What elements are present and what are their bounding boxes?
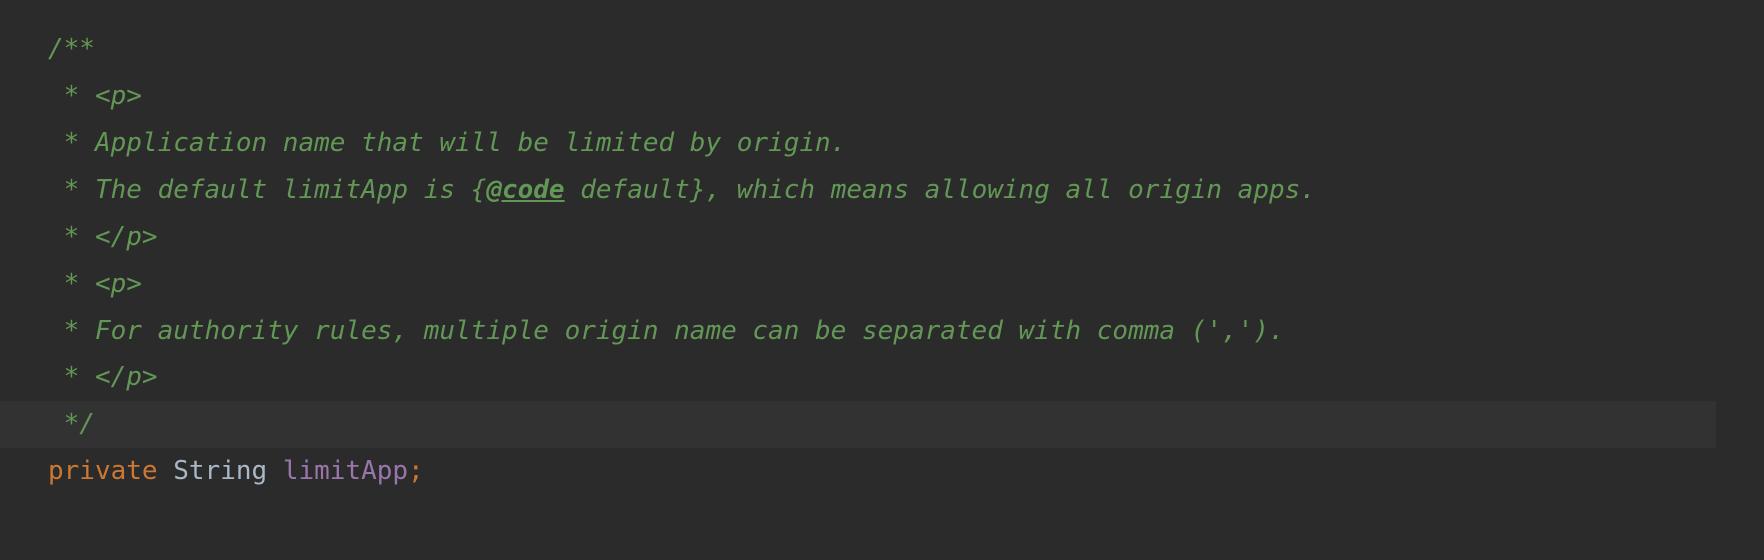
javadoc-prefix: * — [48, 269, 95, 299]
javadoc-prefix: * — [48, 316, 95, 346]
javadoc-end: */ — [48, 409, 95, 439]
code-line: * The default limitApp is {@code default… — [48, 167, 1764, 214]
code-line: * </p> — [48, 354, 1764, 401]
code-line: /** — [48, 26, 1764, 73]
javadoc-prefix: * — [48, 175, 95, 205]
code-line: * <p> — [48, 261, 1764, 308]
javadoc-text: The default limitApp is { — [95, 175, 486, 205]
identifier-limitapp: limitApp — [283, 456, 408, 486]
semicolon: ; — [408, 456, 424, 486]
code-line: * <p> — [48, 73, 1764, 120]
javadoc-html-tag: <p> — [95, 269, 142, 299]
code-line: * Application name that will be limited … — [48, 120, 1764, 167]
javadoc-prefix: * — [48, 81, 95, 111]
code-line: * </p> — [48, 214, 1764, 261]
javadoc-prefix: * — [48, 222, 95, 252]
code-line-current: */ — [0, 401, 1716, 448]
code-line: private String limitApp; — [48, 448, 1764, 495]
javadoc-start: /** — [48, 34, 95, 64]
keyword-private: private — [48, 456, 158, 486]
javadoc-html-tag: </p> — [95, 362, 158, 392]
javadoc-html-tag: <p> — [95, 81, 142, 111]
javadoc-text: default}, which means allowing all origi… — [565, 175, 1316, 205]
javadoc-text: For authority rules, multiple origin nam… — [95, 316, 1285, 346]
javadoc-prefix: * — [48, 362, 95, 392]
javadoc-prefix: * — [48, 128, 95, 158]
code-editor[interactable]: /** * <p> * Application name that will b… — [0, 0, 1764, 495]
javadoc-html-tag: </p> — [95, 222, 158, 252]
javadoc-code-tag: @code — [486, 175, 564, 205]
type-string: String — [173, 456, 267, 486]
code-line: * For authority rules, multiple origin n… — [48, 308, 1764, 355]
javadoc-text: Application name that will be limited by… — [95, 128, 846, 158]
